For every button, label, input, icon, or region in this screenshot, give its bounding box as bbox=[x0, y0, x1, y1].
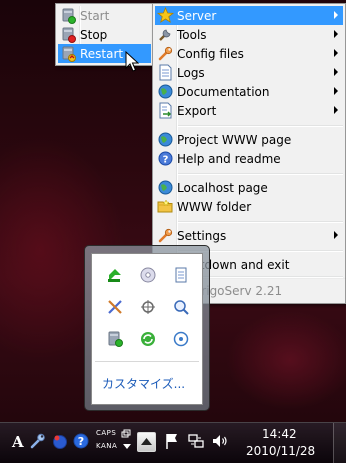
clock-time[interactable]: 14:42 bbox=[262, 427, 297, 441]
globe-icon bbox=[158, 180, 173, 195]
ime-window-icon[interactable] bbox=[121, 429, 131, 439]
server-submenu: Start Stop Restart bbox=[55, 3, 154, 66]
svg-text:?: ? bbox=[163, 155, 169, 166]
svg-text:?: ? bbox=[78, 435, 84, 448]
globe-icon bbox=[158, 84, 173, 99]
mouse-cursor-icon bbox=[125, 51, 139, 72]
kana-indicator: KANA bbox=[96, 442, 118, 450]
server-restart-icon bbox=[62, 46, 76, 62]
disc-tray-icon[interactable] bbox=[139, 266, 157, 284]
network-icon[interactable] bbox=[187, 432, 205, 450]
submenu-arrow-icon bbox=[334, 49, 338, 57]
wrench-icon bbox=[158, 228, 173, 243]
menu-separator bbox=[178, 221, 343, 223]
menu-item-label: Stop bbox=[80, 27, 108, 42]
submenu-arrow-icon bbox=[334, 68, 338, 76]
tools-tray-icon[interactable] bbox=[106, 298, 124, 316]
menu-item-label: Localhost page bbox=[177, 180, 268, 195]
submenu-arrow-icon bbox=[334, 231, 338, 239]
folder-icon bbox=[157, 199, 173, 213]
chevron-down-icon[interactable] bbox=[123, 444, 131, 450]
help-icon: ? bbox=[158, 151, 173, 166]
refresh-tray-icon[interactable] bbox=[139, 330, 157, 348]
submenu-arrow-icon bbox=[334, 106, 338, 114]
help-icon[interactable]: ? bbox=[72, 432, 90, 450]
menu-item-logs[interactable]: Logs bbox=[155, 63, 343, 82]
menu-item-server[interactable]: Server bbox=[155, 6, 343, 25]
menu-item-tools[interactable]: Tools bbox=[155, 25, 343, 44]
tools-icon bbox=[159, 29, 171, 41]
caps-indicator: CAPS bbox=[96, 429, 117, 437]
server-tray-icon[interactable] bbox=[106, 330, 124, 348]
sync-tray-icon[interactable] bbox=[106, 266, 124, 284]
menu-item-export[interactable]: Export bbox=[155, 101, 343, 120]
server-start-icon bbox=[62, 8, 76, 24]
menu-item-www-folder[interactable]: WWW folder bbox=[155, 197, 343, 216]
submenu-arrow-icon bbox=[334, 87, 338, 95]
notification-overflow-popup: カスタマイズ... bbox=[84, 245, 210, 411]
menu-item-start[interactable]: Start bbox=[58, 6, 151, 25]
menu-item-documentation[interactable]: Documentation bbox=[155, 82, 343, 101]
action-center-flag-icon[interactable] bbox=[164, 432, 180, 450]
menu-item-help-and-readme[interactable]: ? Help and readme bbox=[155, 149, 343, 168]
network-tray-icon[interactable] bbox=[139, 298, 157, 316]
ime-pad-icon[interactable] bbox=[51, 432, 69, 450]
search-tray-icon[interactable] bbox=[172, 298, 190, 316]
menu-item-project-www-page[interactable]: Project WWW page bbox=[155, 130, 343, 149]
menu-item-label: Logs bbox=[177, 65, 205, 80]
menu-item-label: Tools bbox=[177, 27, 207, 42]
menu-item-localhost-page[interactable]: Localhost page bbox=[155, 178, 343, 197]
clock-date[interactable]: 2010/11/28 bbox=[246, 444, 315, 458]
star-icon bbox=[157, 7, 174, 23]
vertrigo-main-menu: Server Tools Config files Logs Documenta… bbox=[152, 3, 346, 281]
submenu-arrow-icon bbox=[334, 30, 338, 38]
globe-icon bbox=[158, 132, 173, 147]
menu-item-label: Documentation bbox=[177, 84, 270, 99]
server-stop-icon bbox=[62, 27, 76, 43]
taskbar: A ? CAPS KANA 14:42 2010/11/28 bbox=[0, 422, 346, 463]
menu-item-label: Start bbox=[80, 8, 110, 23]
tray-divider bbox=[95, 361, 199, 362]
menu-item-label: Help and readme bbox=[177, 151, 281, 166]
menu-item-label: WWW folder bbox=[177, 199, 252, 214]
menu-item-label: Server bbox=[177, 8, 217, 23]
customize-link[interactable]: カスタマイズ... bbox=[102, 375, 185, 392]
menu-item-label: Settings bbox=[177, 228, 227, 243]
chevron-up-icon bbox=[141, 438, 152, 445]
export-icon bbox=[159, 102, 172, 119]
document-tray-icon[interactable] bbox=[172, 266, 190, 284]
menu-separator bbox=[178, 173, 343, 175]
ime-tools-icon[interactable] bbox=[29, 432, 47, 450]
wrench-icon bbox=[158, 46, 173, 61]
menu-item-label: Config files bbox=[177, 46, 244, 61]
show-desktop-button[interactable] bbox=[333, 423, 346, 463]
document-icon bbox=[159, 64, 172, 81]
notification-icon-grid: カスタマイズ... bbox=[91, 253, 203, 405]
speaker-icon[interactable] bbox=[211, 432, 229, 450]
menu-item-config-files[interactable]: Config files bbox=[155, 44, 343, 63]
submenu-arrow-icon bbox=[334, 11, 338, 19]
menu-separator bbox=[178, 125, 343, 127]
menu-item-label: Project WWW page bbox=[177, 132, 292, 147]
menu-item-label: Export bbox=[177, 103, 217, 118]
menu-item-label: Restart bbox=[80, 46, 124, 61]
show-hidden-icons-button[interactable] bbox=[137, 432, 156, 452]
menu-item-stop[interactable]: Stop bbox=[58, 25, 151, 44]
menu-item-settings[interactable]: Settings bbox=[155, 226, 343, 245]
ime-mode-indicator[interactable]: A bbox=[12, 433, 24, 451]
chat-tray-icon[interactable] bbox=[172, 330, 190, 348]
